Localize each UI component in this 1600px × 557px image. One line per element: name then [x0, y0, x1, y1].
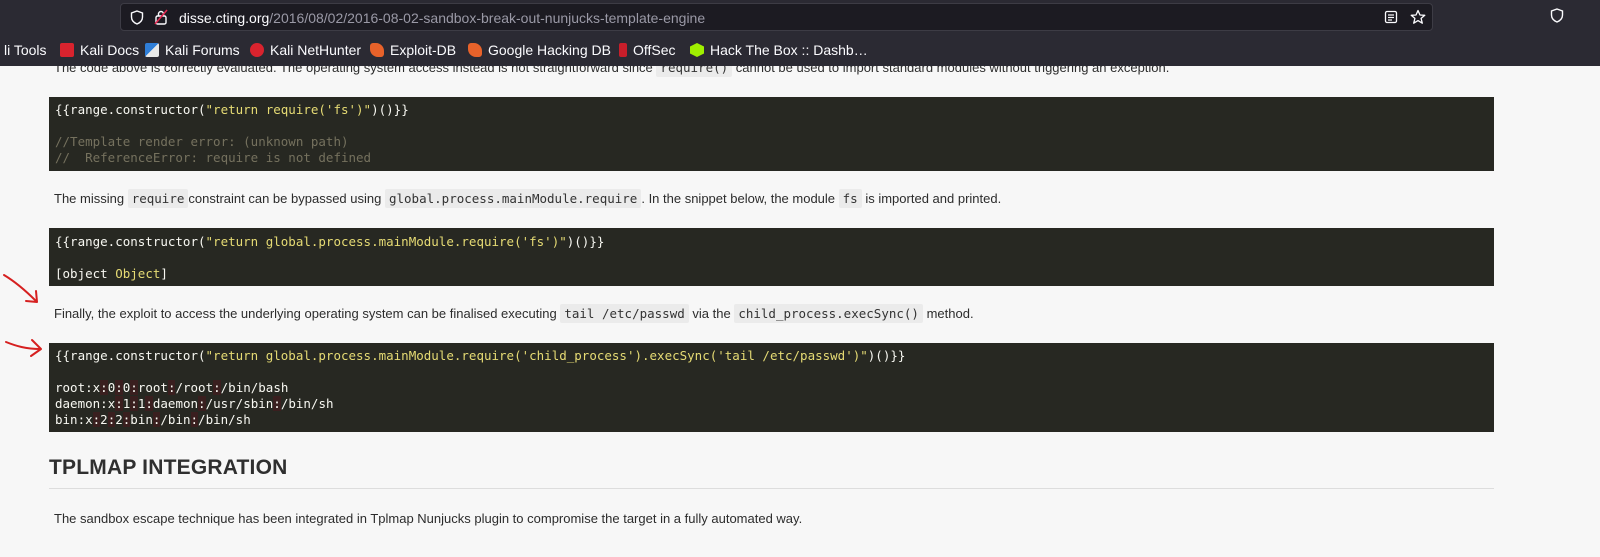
bookmark-kali-nethunter[interactable]: Kali NetHunter — [250, 38, 361, 62]
insecure-lock-icon[interactable] — [153, 4, 169, 30]
field-separator: : — [85, 380, 93, 395]
heading-divider — [49, 488, 1494, 489]
bookmark-star-icon[interactable] — [1409, 4, 1427, 30]
passwd-line: daemon:x:1:1:daemon:/usr/sbin:/bin/sh — [55, 396, 1494, 412]
field-separator: : — [100, 396, 108, 411]
bookmark-google-hacking-db[interactable]: Google Hacking DB — [468, 38, 611, 62]
bookmark-hack-the-box[interactable]: Hack The Box :: Dashb… — [690, 38, 868, 62]
field-separator: : — [115, 396, 123, 411]
reader-view-icon[interactable] — [1383, 4, 1399, 30]
passwd-field: bin — [130, 412, 153, 427]
red-arrow-annotation — [5, 339, 42, 357]
inline-code-global-require: global.process.mainModule.require — [384, 189, 642, 208]
inline-code-tail: tail /etc/passwd — [560, 304, 689, 323]
bookmark-kali-tools[interactable]: li Tools — [4, 38, 47, 62]
passwd-field: daemon — [152, 396, 199, 411]
passwd-field: /usr/sbin — [205, 396, 274, 411]
page-content: The code above is correctly evaluated. T… — [0, 66, 1600, 557]
field-separator: : — [115, 380, 123, 395]
code-comment: //Template render error: (unknown path) — [55, 134, 349, 149]
intro-text-after: cannot be used to import standard module… — [735, 66, 1170, 75]
exploit-db-icon — [370, 43, 384, 57]
bookmark-kali-docs[interactable]: Kali Docs — [60, 38, 139, 62]
offsec-icon — [619, 43, 627, 57]
kali-nethunter-icon — [250, 43, 264, 57]
url-bar[interactable]: disse.cting.org/2016/08/02/2016-08-02-sa… — [120, 3, 1433, 31]
passwd-field: bin — [55, 412, 78, 427]
shield-icon[interactable] — [129, 4, 145, 30]
field-separator: : — [130, 396, 138, 411]
intro-text-before: The code above is correctly evaluated. T… — [54, 66, 653, 75]
code-comment: // ReferenceError: require is not define… — [55, 150, 372, 165]
field-separator: : — [100, 380, 108, 395]
passwd-field: /bin/sh — [280, 396, 334, 411]
code-line: {{range.constructor("return global.proce… — [55, 348, 906, 363]
code-block-child-process: {{range.constructor("return global.proce… — [49, 343, 1494, 432]
code-block-require-fs: {{range.constructor("return require('fs'… — [49, 97, 1494, 171]
passwd-field: root — [55, 380, 86, 395]
field-separator: : — [273, 396, 281, 411]
passwd-line: bin:x:2:2:bin:/bin:/bin/sh — [55, 412, 1494, 428]
passwd-field: 2 — [100, 412, 108, 427]
bookmark-kali-forums[interactable]: Kali Forums — [145, 38, 240, 62]
paragraph-bypass: The missing require constraint can be byp… — [54, 189, 1002, 208]
field-separator: : — [190, 412, 199, 427]
shield-icon[interactable] — [1550, 8, 1564, 28]
passwd-field: 2 — [115, 412, 123, 427]
field-separator: : — [145, 396, 153, 411]
inline-code-require: require — [127, 189, 189, 208]
code-line: {{range.constructor("return require('fs'… — [55, 102, 409, 117]
bookmarks-toolbar: li Tools Kali Docs Kali Forums Kali NetH… — [0, 38, 1600, 62]
paragraph-tplmap: The sandbox escape technique has been in… — [54, 511, 803, 526]
htb-icon — [690, 43, 704, 57]
browser-chrome: disse.cting.org/2016/08/02/2016-08-02-sa… — [0, 0, 1600, 66]
field-separator: : — [77, 412, 86, 427]
passwd-field: x — [85, 412, 93, 427]
kali-forums-icon — [145, 43, 159, 57]
code-block-global-require: {{range.constructor("return global.proce… — [49, 228, 1494, 286]
passwd-line: root:x:0:0:root:/root:/bin/bash — [55, 380, 1494, 396]
passwd-field: /bin — [160, 412, 191, 427]
field-separator: : — [213, 380, 221, 395]
passwd-field: /bin/bash — [220, 380, 289, 395]
url-text[interactable]: disse.cting.org/2016/08/02/2016-08-02-sa… — [179, 10, 705, 26]
intro-paragraph: The code above is correctly evaluated. T… — [54, 66, 1170, 77]
kali-docs-icon — [60, 43, 74, 57]
intro-inline-code: require() — [656, 66, 733, 77]
paragraph-finalise: Finally, the exploit to access the under… — [54, 304, 974, 323]
ghdb-icon — [468, 43, 482, 57]
passwd-field: /bin/sh — [198, 412, 251, 427]
inline-code-execsync: child_process.execSync() — [734, 304, 923, 323]
passwd-field: root — [137, 380, 168, 395]
passwd-field: daemon — [55, 396, 101, 411]
bookmark-offsec[interactable]: OffSec — [619, 38, 676, 62]
field-separator: : — [198, 396, 206, 411]
code-line: {{range.constructor("return global.proce… — [55, 234, 605, 249]
inline-code-fs: fs — [838, 189, 862, 208]
bookmark-exploit-db[interactable]: Exploit-DB — [370, 38, 456, 62]
section-heading: TPLMAP INTEGRATION — [49, 456, 288, 479]
red-arrow-annotation — [3, 274, 38, 303]
passwd-output: root:x:0:0:root:/root:/bin/bash daemon:x:… — [55, 380, 1494, 428]
passwd-field: /root — [175, 380, 214, 395]
code-output: [object Object] — [55, 266, 168, 281]
field-separator: : — [130, 380, 138, 395]
